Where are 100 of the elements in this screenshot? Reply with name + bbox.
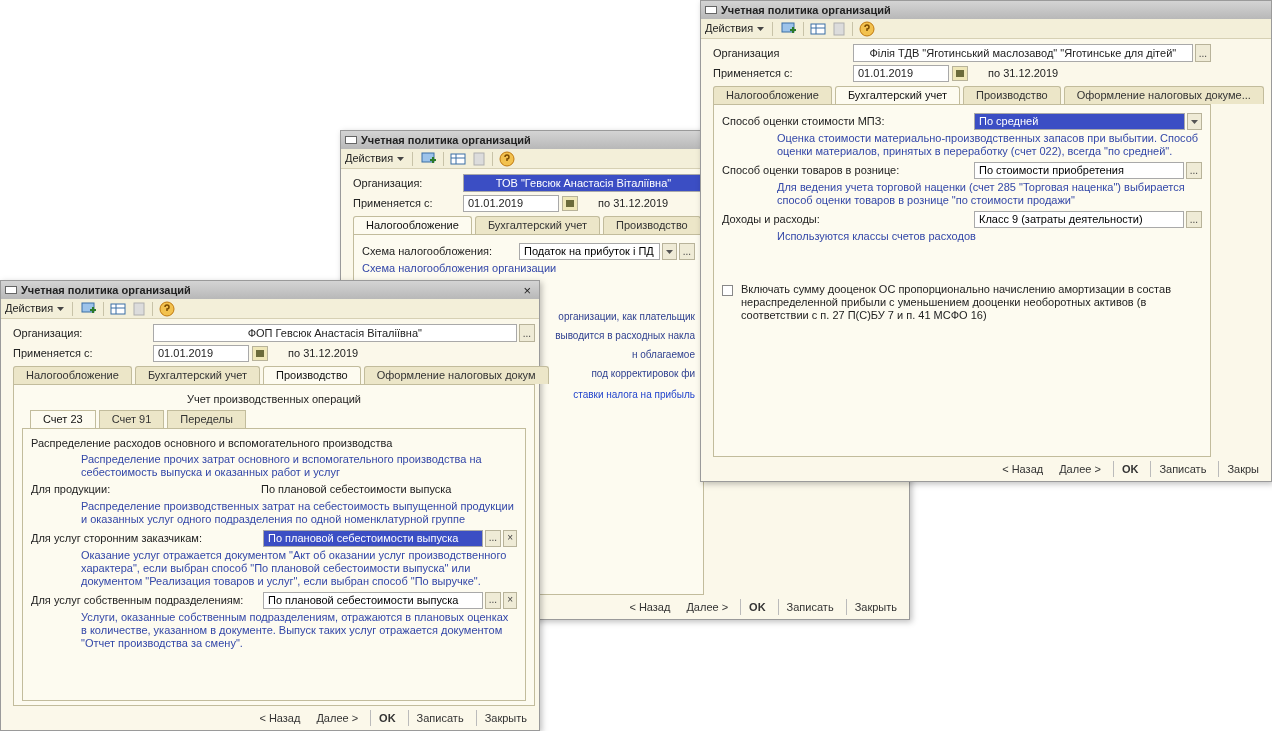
help-icon[interactable] bbox=[159, 300, 176, 317]
window-icon bbox=[345, 136, 357, 144]
dialog-button[interactable]: Далее > bbox=[1055, 460, 1105, 478]
organization-field[interactable]: ФОП Гевсюк Анастасія Віталіївна" bbox=[153, 324, 517, 342]
caret-icon bbox=[1191, 119, 1198, 124]
tab[interactable]: Налогообложение bbox=[13, 366, 132, 384]
picker-button[interactable]: × bbox=[503, 529, 517, 547]
field-label: Организация: bbox=[353, 175, 424, 191]
field-label: Применяется с: bbox=[713, 66, 794, 82]
tab[interactable]: Счет 91 bbox=[98, 409, 165, 428]
select-field[interactable]: Податок на прибуток і ПД bbox=[519, 243, 660, 260]
dialog-button[interactable]: OK bbox=[740, 598, 770, 616]
dialog-button[interactable]: Записать bbox=[777, 598, 838, 616]
hint-text: выводится в расходных накла bbox=[555, 329, 695, 343]
caret-icon bbox=[665, 249, 673, 254]
picker-button[interactable]: ... bbox=[678, 243, 695, 260]
dialog-button[interactable]: < Назад bbox=[625, 598, 675, 616]
period-end: по 31.12.2019 bbox=[288, 346, 359, 362]
window-icon bbox=[705, 6, 717, 14]
hint-text: Оценка стоимости материально-производственных запасов при выбытии. Способ оценки материалов, принятых в переработку (счет 022), всегда "по средней". bbox=[776, 132, 1200, 158]
actions-menu[interactable]: Действия bbox=[705, 20, 765, 37]
select-field[interactable]: По плановой себестоимости выпуска bbox=[263, 529, 483, 547]
picker-button[interactable]: ... bbox=[484, 591, 502, 609]
actions-menu[interactable]: Действия bbox=[345, 150, 405, 167]
dialog-button[interactable]: Закрыть bbox=[845, 598, 901, 616]
tab[interactable]: Производство bbox=[963, 86, 1061, 104]
dialog-button[interactable]: Далее > bbox=[312, 709, 363, 727]
picker-button[interactable]: ... bbox=[484, 529, 502, 547]
help-icon[interactable] bbox=[499, 150, 516, 167]
field-label: Организация bbox=[713, 45, 781, 61]
dropdown-button[interactable] bbox=[1187, 113, 1202, 130]
dropdown-button[interactable] bbox=[661, 243, 677, 260]
tab[interactable]: Налогообложение bbox=[713, 86, 832, 104]
calendar-icon[interactable] bbox=[952, 66, 968, 81]
tab[interactable]: Производство bbox=[263, 366, 361, 384]
dialog-button[interactable]: Записать bbox=[407, 709, 468, 727]
organization-field[interactable]: Філія ТДВ "Яготинський маслозавод" "Яготинське для дітей" bbox=[853, 44, 1193, 62]
hint-text: Для ведения учета торговой наценки (счет 285 "Торговая наценка") выбирается способ оценки товаров в рознице "по стоимости продажи" bbox=[776, 181, 1186, 207]
dialog-button[interactable]: Записать bbox=[1150, 460, 1211, 478]
field-label: Способ оценки стоимости МПЗ: bbox=[722, 114, 886, 130]
picker-button[interactable]: × bbox=[503, 591, 517, 609]
hint-text: под корректировок фи bbox=[591, 367, 695, 381]
date-field[interactable]: 01.01.2019 bbox=[463, 195, 559, 212]
close-button[interactable]: × bbox=[519, 283, 535, 297]
hint-text: Распределение прочих затрат основного и вспомогательного производства на себестоимость выпуска и оказанных работ и услуг bbox=[80, 453, 483, 479]
select-field[interactable]: По плановой себестоимости выпуска bbox=[263, 591, 483, 609]
field-label: Применяется с: bbox=[13, 346, 94, 362]
calendar-icon[interactable] bbox=[252, 346, 268, 361]
period-end: по 31.12.2019 bbox=[598, 196, 669, 212]
dialog-button[interactable]: Закрыть bbox=[475, 709, 531, 727]
tab[interactable]: Бухгалтерский учет bbox=[134, 366, 260, 384]
period-end: по 31.12.2019 bbox=[988, 66, 1059, 82]
monitor-plus-icon[interactable] bbox=[421, 151, 438, 166]
field-label: Способ оценки товаров в рознице: bbox=[722, 163, 901, 179]
field-label: Организация: bbox=[13, 325, 84, 341]
tab[interactable]: Оформление налоговых докум bbox=[363, 366, 549, 384]
caret-icon bbox=[397, 156, 405, 161]
table-icon[interactable] bbox=[450, 151, 467, 166]
section-title: Распределение расходов основного и вспомогательного производства bbox=[31, 435, 394, 451]
tab[interactable]: Оформление налоговых докуме... bbox=[1063, 86, 1264, 104]
hint-text: Услуги, оказанные собственным подразделениям, отражаются в плановых оценках в количестве, указанном в документе. Выпуск таких услуг отражается документом "Отчет производства за смену". bbox=[80, 610, 510, 650]
field-label: Схема налогообложения: bbox=[362, 244, 494, 260]
dialog-button[interactable]: OK bbox=[1112, 460, 1143, 478]
tab[interactable]: Бухгалтерский учет bbox=[834, 86, 960, 104]
date-field[interactable]: 01.01.2019 bbox=[853, 65, 949, 82]
caret-icon bbox=[57, 306, 65, 311]
dialog-button[interactable]: Далее > bbox=[682, 598, 733, 616]
dialog-button[interactable]: Закры bbox=[1218, 460, 1263, 478]
checkbox[interactable] bbox=[722, 285, 733, 296]
picker-button[interactable]: ... bbox=[518, 324, 535, 342]
dialog-button[interactable]: < Назад bbox=[255, 709, 305, 727]
actions-menu[interactable]: Действия bbox=[5, 300, 65, 317]
monitor-plus-icon[interactable] bbox=[781, 21, 798, 36]
tab[interactable]: Бухгалтерский учет bbox=[474, 216, 600, 234]
hint-text: Оказание услуг отражается документом "Акт об оказании услуг производственного характера", если выбран способ "По плановой себестоимости выпуска" или документом "Реализация товаров и услуг", если выбран способ "По выручке". bbox=[80, 548, 508, 588]
field-value: По плановой себестоимости выпуска bbox=[261, 482, 452, 497]
tab[interactable]: Налогообложение bbox=[353, 216, 472, 234]
table-icon[interactable] bbox=[110, 301, 127, 316]
select-field[interactable]: По стоимости приобретения bbox=[974, 162, 1184, 179]
select-field[interactable]: Класс 9 (затраты деятельности) bbox=[974, 211, 1184, 228]
picker-button[interactable]: ... bbox=[1194, 44, 1211, 62]
date-field[interactable]: 01.01.2019 bbox=[153, 345, 249, 362]
table-icon[interactable] bbox=[810, 21, 827, 36]
dialog-button[interactable]: OK bbox=[370, 709, 400, 727]
settings-link[interactable]: ставки налога на прибыль bbox=[573, 387, 695, 402]
select-field[interactable]: По средней bbox=[974, 113, 1185, 130]
monitor-plus-icon[interactable] bbox=[81, 301, 98, 316]
tab[interactable]: Производство bbox=[603, 216, 701, 234]
window-icon bbox=[5, 286, 17, 294]
tab[interactable]: Переделы bbox=[167, 409, 246, 428]
hint-text: Распределение производственных затрат на себестоимость выпущенной продукции и оказанных услуг одного подразделения по одной номенклатурной группе bbox=[80, 499, 515, 526]
help-icon[interactable] bbox=[859, 20, 876, 37]
tab[interactable]: Счет 23 bbox=[30, 409, 96, 428]
picker-button[interactable]: ... bbox=[1185, 162, 1202, 179]
dialog-button[interactable]: < Назад bbox=[998, 460, 1048, 478]
section-heading: Учет производственных операций bbox=[186, 392, 362, 407]
hint-text: н облагаемое bbox=[631, 348, 695, 362]
picker-button[interactable]: ... bbox=[1185, 211, 1202, 228]
calendar-icon[interactable] bbox=[562, 196, 578, 211]
hint-text: Схема налогообложения организации bbox=[362, 262, 558, 275]
